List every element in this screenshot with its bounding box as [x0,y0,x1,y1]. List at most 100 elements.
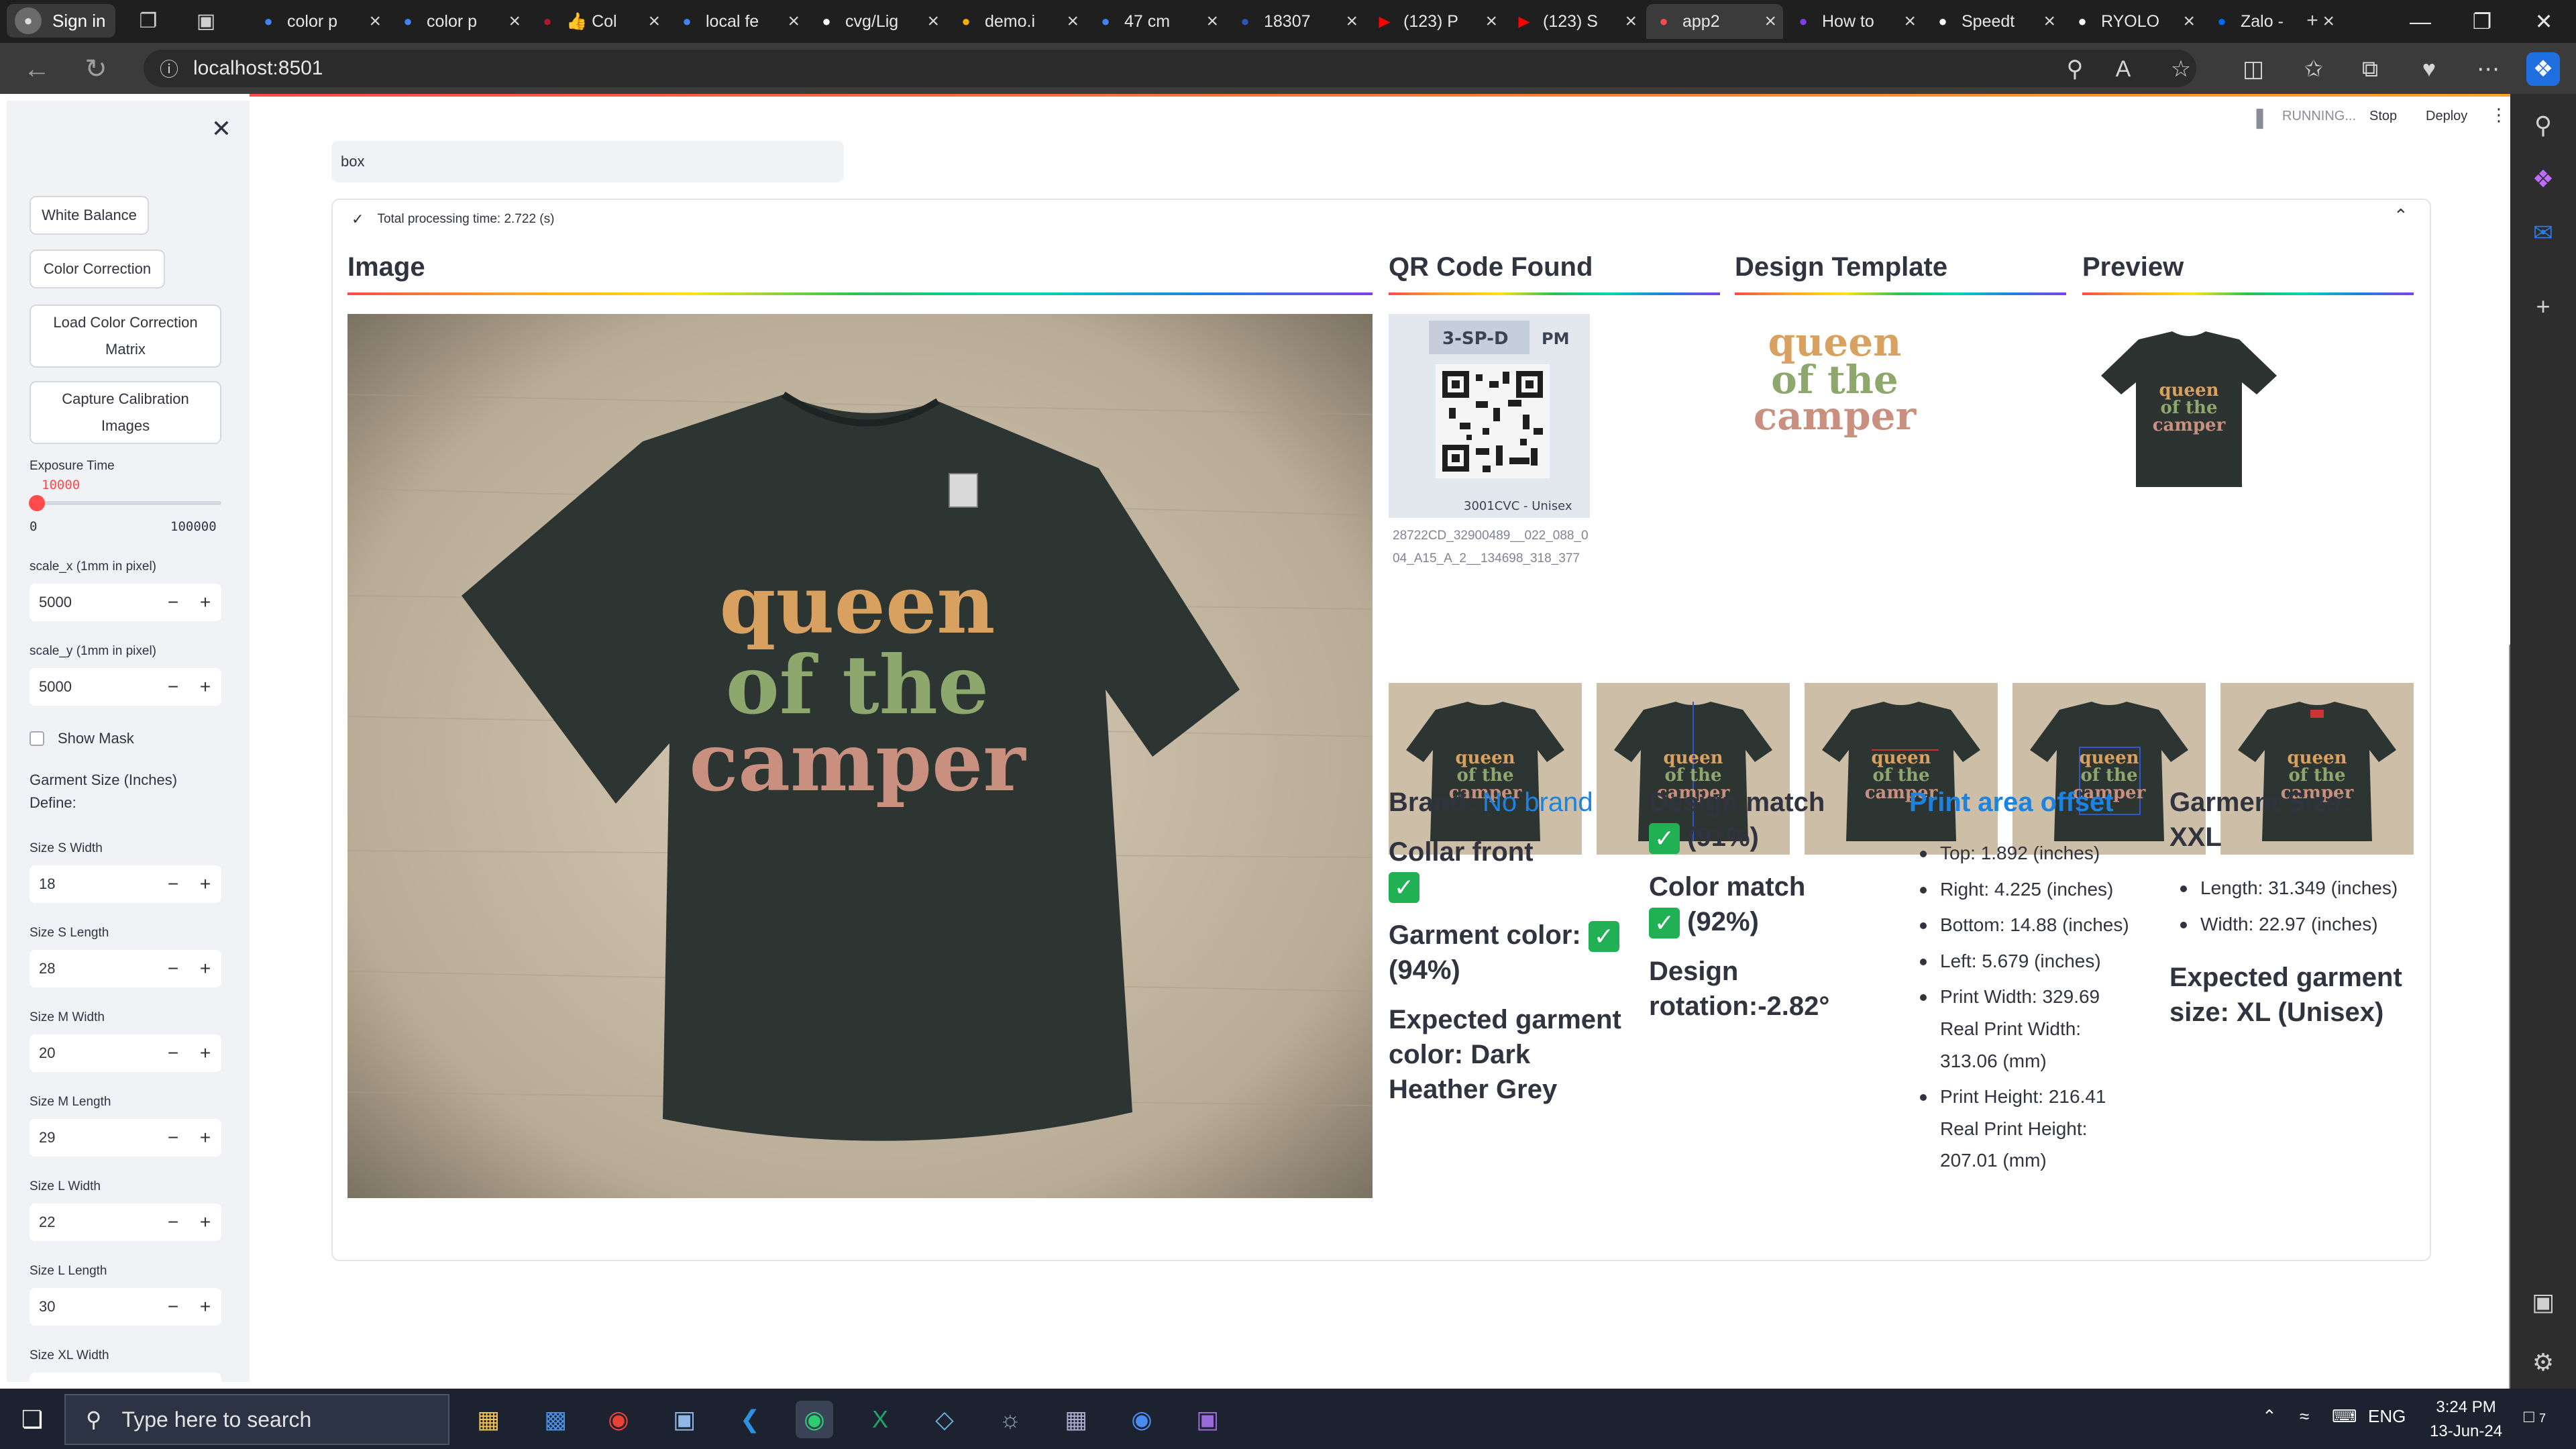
windows-start-icon[interactable]: ❏ [13,1401,51,1438]
expander-header[interactable]: ✓ Total processing time: 2.722 (s) [352,211,554,228]
size-number-input[interactable]: 29− + [30,1119,221,1157]
increment-button[interactable]: + [189,1042,221,1064]
browser-tab[interactable]: ▶ (123) P × [1367,4,1504,39]
decrement-button[interactable]: − [157,1296,189,1318]
zoom-icon[interactable]: ⚲ [2058,52,2092,86]
browser-tab[interactable]: ● Speedt × [1925,4,2062,39]
close-tab-icon[interactable]: × [1067,10,1079,33]
workspaces-icon[interactable]: ❐ [133,5,164,36]
edge-icon[interactable]: ◉ [796,1401,833,1438]
profile-sign-in-button[interactable]: ● Sign in [7,4,115,38]
close-sidebar-icon[interactable]: ✕ [208,115,235,142]
copilot-icon[interactable]: ❖ [2526,52,2560,86]
network-icon[interactable]: ≈ [2300,1406,2309,1427]
scale-y-input[interactable]: 5000 − + [30,668,221,706]
close-tab-icon[interactable]: × [1625,10,1637,33]
browser-tab[interactable]: ▶ (123) S × [1507,4,1644,39]
increment-button[interactable]: + [189,1381,221,1382]
main-menu-icon[interactable]: ⋮ [2490,105,2508,125]
outlook-icon[interactable]: ✉ [2526,216,2560,250]
browser-tab[interactable]: ● How to × [1786,4,1923,39]
close-tab-icon[interactable]: × [1485,10,1497,33]
white-balance-button[interactable]: White Balance [30,196,149,235]
increment-button[interactable]: + [189,1296,221,1318]
close-tab-icon[interactable]: × [508,10,521,33]
close-tab-icon[interactable]: × [369,10,381,33]
size-value[interactable]: 30 [30,1298,157,1316]
notifications-button[interactable]: □ 7 [2524,1406,2546,1427]
color-correction-button[interactable]: Color Correction [30,250,165,288]
increment-button[interactable]: + [189,1212,221,1233]
text-input-value[interactable]: box [341,153,364,170]
app-icon[interactable]: ▣ [665,1401,703,1438]
size-value[interactable]: 29 [30,1129,157,1146]
calculator-icon[interactable]: ▦ [1057,1401,1095,1438]
excel-icon[interactable]: X [861,1401,899,1438]
text-input[interactable]: box [331,141,844,182]
clock[interactable]: 3:24 PM 13-Jun-24 [2430,1395,2502,1444]
close-tab-icon[interactable]: × [788,10,800,33]
stop-button[interactable]: Stop [2369,109,2397,124]
zalo-icon[interactable]: ◉ [1123,1401,1161,1438]
close-tab-icon[interactable]: × [2043,10,2055,33]
increment-button[interactable]: + [189,1127,221,1148]
close-tab-icon[interactable]: × [2183,10,2195,33]
increment-button[interactable]: + [189,958,221,979]
copilot-app-icon[interactable]: ❖ [2526,162,2560,196]
read-aloud-icon[interactable]: A [2106,52,2140,86]
chrome-icon[interactable]: ◉ [600,1401,637,1438]
increment-button[interactable]: + [189,592,221,613]
settings-icon[interactable]: ⚙ [2526,1346,2560,1379]
size-number-input[interactable]: 20− + [30,1034,221,1072]
collections-icon[interactable]: ⧉ [2353,52,2387,86]
size-number-input[interactable]: 24−+ [30,1373,221,1382]
split-screen-icon[interactable]: ◫ [2237,52,2270,86]
decrement-button[interactable]: − [157,1127,189,1148]
collapse-chevron-icon[interactable]: ⌃ [2394,205,2408,226]
size-number-input[interactable]: 30− + [30,1288,221,1326]
load-color-correction-matrix-button[interactable]: Load Color Correction Matrix [30,305,221,368]
close-tab-icon[interactable]: × [1346,10,1358,33]
browser-tab[interactable]: ● demo.i × [949,4,1085,39]
exposure-slider-thumb[interactable] [29,495,45,511]
taskbar-search[interactable]: ⚲ Type here to search [64,1394,449,1445]
show-mask-checkbox[interactable]: Show Mask [30,730,134,747]
favorite-star-icon[interactable]: ☆ [2164,52,2198,86]
vscode-icon[interactable]: ❮ [731,1401,769,1438]
close-window-button[interactable]: ✕ [2517,7,2571,36]
exposure-slider-track[interactable] [29,495,221,511]
close-tab-icon[interactable]: × [1904,10,1916,33]
keyboard-icon[interactable]: ⌨ [2332,1406,2357,1427]
decrement-button[interactable]: − [157,873,189,895]
size-number-input[interactable]: 28− + [30,950,221,987]
close-tab-icon[interactable]: × [1206,10,1218,33]
search-icon[interactable]: ⚲ [2526,109,2560,142]
language-indicator[interactable]: ENG [2368,1406,2406,1427]
file-explorer-icon[interactable]: ▦ [470,1401,507,1438]
decrement-button[interactable]: − [157,592,189,613]
refresh-button[interactable]: ↻ [79,52,113,86]
screenshot-icon[interactable]: ▣ [2526,1285,2560,1319]
paint-icon[interactable]: ☼ [991,1401,1029,1438]
performance-icon[interactable]: ♥ [2412,52,2446,86]
increment-button[interactable]: + [189,873,221,895]
browser-tab[interactable]: ● 18307 × [1228,4,1364,39]
browser-tab[interactable]: ● RYOLO × [2065,4,2202,39]
add-icon[interactable]: + [2526,290,2560,323]
decrement-button[interactable]: − [157,1042,189,1064]
decrement-button[interactable]: − [157,1381,189,1382]
decrement-button[interactable]: − [157,958,189,979]
app-icon[interactable]: ▣ [1189,1401,1226,1438]
size-value[interactable]: 18 [30,875,157,893]
scale-y-value[interactable]: 5000 [30,678,157,696]
site-info-icon[interactable]: ⓘ [160,55,178,82]
decrement-button[interactable]: − [157,1212,189,1233]
increment-button[interactable]: + [189,676,221,698]
new-tab-button[interactable]: + [2297,5,2328,36]
store-icon[interactable]: ▩ [537,1401,574,1438]
size-value[interactable]: 28 [30,960,157,977]
size-value[interactable]: 20 [30,1044,157,1062]
checkbox-box[interactable] [30,731,44,746]
scale-x-value[interactable]: 5000 [30,594,157,611]
tab-actions-icon[interactable]: ▣ [191,5,221,36]
